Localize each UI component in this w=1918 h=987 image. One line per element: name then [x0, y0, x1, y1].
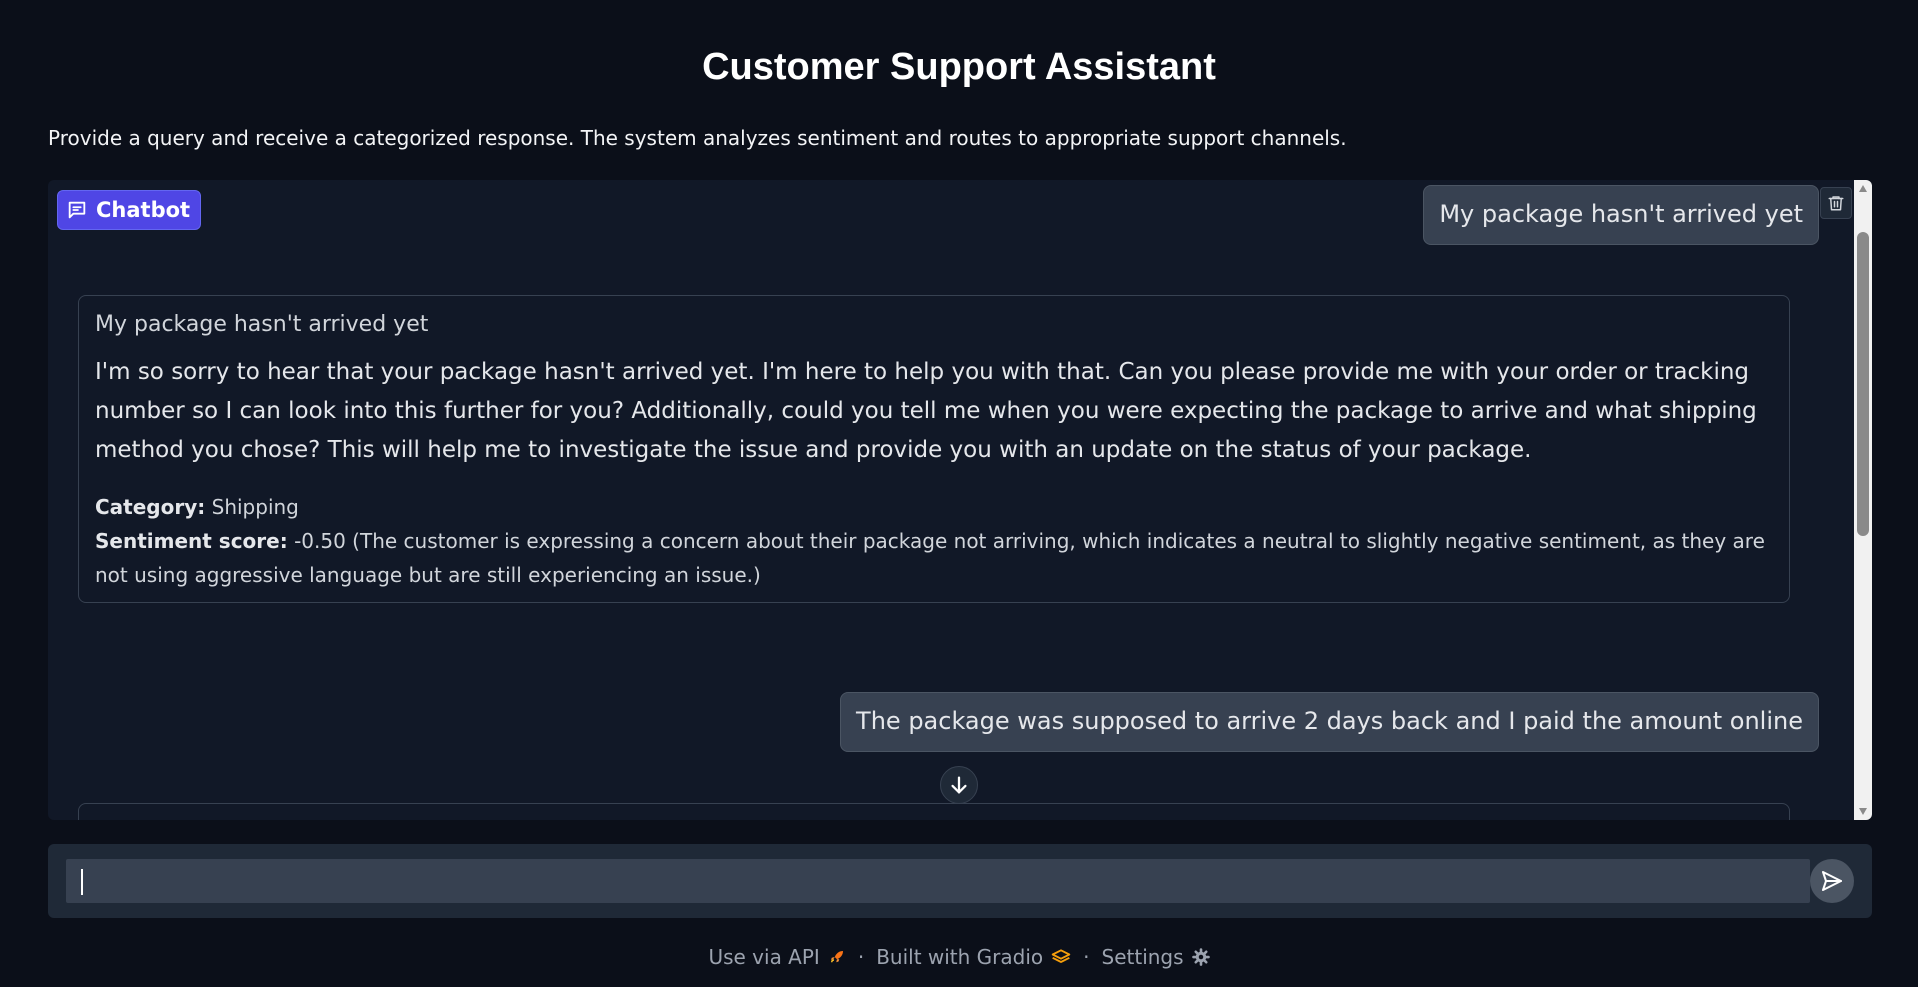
bot-message-sentiment: Sentiment score: -0.50 (The customer is … [95, 524, 1773, 592]
chatbot-label: Chatbot [96, 198, 191, 222]
footer-separator: · [1083, 945, 1090, 969]
message-input[interactable] [66, 859, 1810, 903]
rocket-icon [830, 951, 843, 963]
built-with-gradio-label: Built with Gradio [876, 945, 1044, 969]
settings-link[interactable]: Settings [1102, 945, 1210, 969]
scrollbar-thumb[interactable] [1857, 232, 1869, 536]
scroll-down-arrow-icon[interactable] [1858, 806, 1868, 816]
clear-chat-button[interactable] [1820, 187, 1852, 219]
use-via-api-link[interactable]: Use via API [708, 945, 845, 969]
chat-scrollbar[interactable] [1854, 180, 1872, 820]
category-label: Category: [95, 495, 206, 519]
send-icon [1822, 871, 1842, 891]
chat-icon [68, 201, 86, 219]
user-message: The package was supposed to arrive 2 day… [840, 692, 1819, 752]
chatbot-label-badge: Chatbot [57, 190, 202, 230]
text-caret [81, 869, 83, 895]
bot-message-answer: I'm so sorry to hear that your package h… [95, 359, 1757, 463]
sentiment-label: Sentiment score: [95, 529, 288, 553]
gradio-logo-icon [1051, 949, 1071, 963]
message-input-panel [48, 844, 1872, 918]
user-message: My package hasn't arrived yet [1423, 185, 1819, 245]
page-description: Provide a query and receive a categorize… [48, 126, 1347, 150]
gear-icon [1191, 948, 1210, 966]
page-title: Customer Support Assistant [702, 46, 1216, 88]
category-value: Shipping [211, 495, 299, 519]
scroll-to-bottom-button[interactable] [940, 766, 978, 804]
bot-message-query: My package hasn't arrived yet [95, 312, 429, 337]
built-with-gradio-link[interactable]: Built with Gradio [876, 945, 1071, 969]
send-button[interactable] [1810, 859, 1854, 903]
arrow-down-icon [951, 776, 967, 794]
trash-icon [1828, 196, 1844, 211]
use-via-api-label: Use via API [708, 945, 820, 969]
footer-separator: · [857, 945, 865, 969]
bot-message-category: Category: Shipping [95, 490, 1773, 524]
scroll-up-arrow-icon[interactable] [1858, 184, 1868, 194]
footer: Use via API · Built with Gradio · Settin… [0, 945, 1918, 969]
settings-label: Settings [1101, 945, 1184, 969]
sentiment-value: -0.50 (The customer is expressing a conc… [95, 529, 1765, 587]
chatbot-panel[interactable]: Chatbot My package hasn't arrived yet My… [48, 180, 1872, 820]
bot-message: My package hasn't arrived yet I'm so sor… [78, 295, 1790, 603]
bot-message-partial [78, 803, 1790, 820]
